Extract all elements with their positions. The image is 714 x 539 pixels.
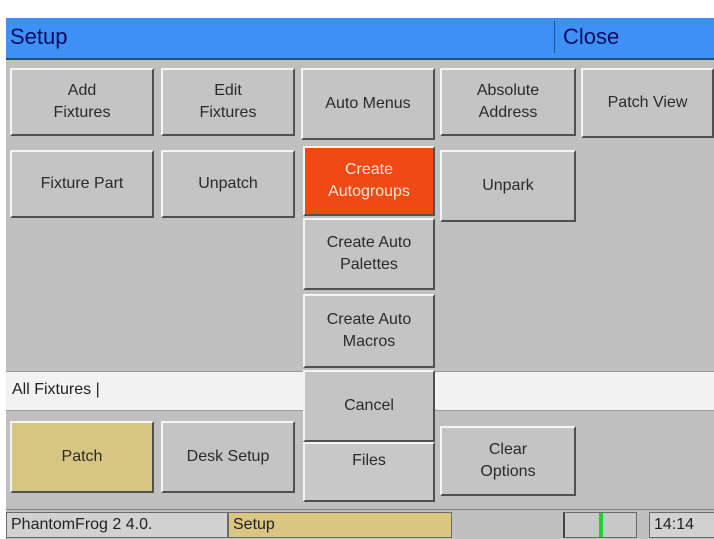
files-button[interactable]: Files: [303, 442, 435, 502]
create-autogroups-button[interactable]: Create Autogroups: [303, 146, 435, 216]
title-bar: Setup Close: [6, 18, 714, 60]
close-button[interactable]: Close: [554, 21, 714, 53]
status-bar: PhantomFrog 2 4.0. Setup 14:14: [6, 509, 714, 539]
edit-fixtures-button[interactable]: Edit Fixtures: [161, 68, 295, 136]
add-fixtures-button[interactable]: Add Fixtures: [10, 68, 154, 136]
auto-menus-button[interactable]: Auto Menus: [301, 68, 435, 140]
status-mode: Setup: [228, 512, 452, 538]
status-meter: [563, 512, 637, 538]
command-line-text: All Fixtures |: [12, 381, 100, 398]
clear-options-button[interactable]: Clear Options: [440, 426, 576, 496]
cancel-button[interactable]: Cancel: [303, 370, 435, 442]
create-auto-macros-button[interactable]: Create Auto Macros: [303, 294, 435, 368]
window-title: Setup: [10, 24, 68, 49]
create-auto-palettes-button[interactable]: Create Auto Palettes: [303, 218, 435, 290]
fixture-part-button[interactable]: Fixture Part: [10, 150, 154, 218]
close-button-label: Close: [563, 24, 620, 49]
patch-button[interactable]: Patch: [10, 421, 154, 493]
patch-view-button[interactable]: Patch View: [581, 68, 714, 138]
desk-setup-button[interactable]: Desk Setup: [161, 421, 295, 493]
unpark-button[interactable]: Unpark: [440, 150, 576, 222]
status-version: PhantomFrog 2 4.0.: [6, 512, 228, 538]
status-clock: 14:14: [649, 512, 714, 538]
absolute-address-button[interactable]: Absolute Address: [440, 68, 576, 136]
setup-screen: Setup Close Add Fixtures Edit Fixtures A…: [6, 18, 714, 539]
unpatch-button[interactable]: Unpatch: [161, 150, 295, 218]
meter-bar: [599, 513, 603, 537]
